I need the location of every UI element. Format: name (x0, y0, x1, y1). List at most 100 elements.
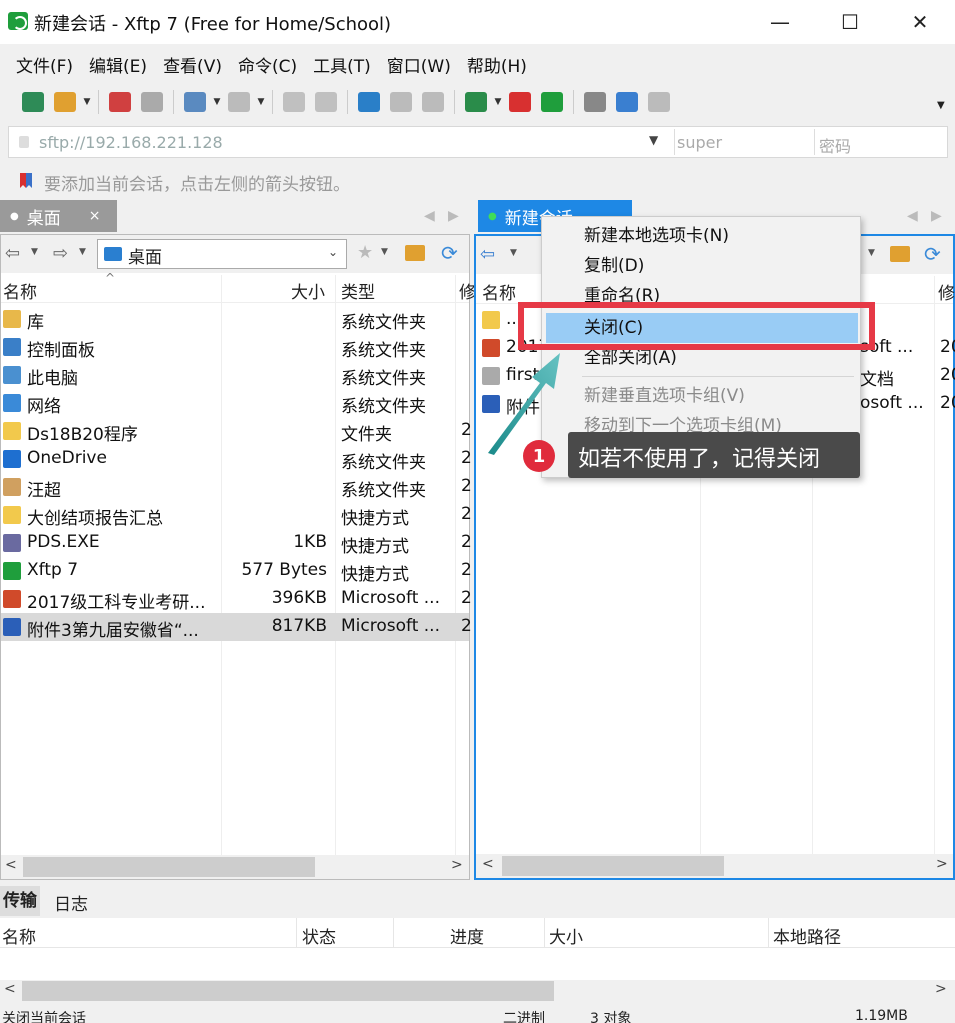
menu-edit[interactable]: 编辑(E) (81, 52, 155, 77)
chat-button[interactable] (644, 87, 674, 117)
copy-button[interactable] (386, 87, 416, 117)
help-button[interactable] (612, 87, 642, 117)
disconnect-button[interactable] (105, 87, 135, 117)
username-input[interactable]: super (677, 133, 722, 152)
address-dropdown-icon[interactable]: ▼ (649, 133, 658, 147)
file-row[interactable]: OneDrive 系统文件夹 2 (1, 445, 472, 473)
scroll-left-icon[interactable]: < (482, 856, 494, 872)
file-row[interactable]: Xftp 7 577 Bytes 快捷方式 2 (1, 557, 472, 585)
refresh-icon[interactable]: ⟳ (441, 241, 458, 265)
home-folder-icon[interactable] (405, 245, 425, 261)
transfer-button[interactable] (354, 87, 384, 117)
file-row[interactable]: 此电脑 系统文件夹 (1, 361, 469, 389)
open-folder-button[interactable] (50, 87, 80, 117)
col-name[interactable]: 名称 (482, 279, 516, 304)
paste-button[interactable] (418, 87, 448, 117)
dropdown-caret-icon[interactable]: ▼ (256, 97, 266, 107)
remote-hscrollbar[interactable]: < > (476, 854, 953, 878)
local-path-combobox[interactable]: 桌面 ⌄ (97, 239, 347, 269)
properties-button[interactable] (180, 87, 210, 117)
file-row[interactable]: Ds18B20程序 文件夹 2 (1, 417, 472, 445)
tab-next-icon[interactable]: ▶ (931, 208, 942, 224)
path-dropdown-icon[interactable]: ⌄ (328, 245, 338, 259)
scroll-left-icon[interactable]: < (5, 857, 17, 873)
download-button[interactable] (311, 87, 341, 117)
maximize-button[interactable]: ☐ (815, 0, 885, 44)
minimize-button[interactable]: — (745, 0, 815, 44)
refresh-icon[interactable]: ⟳ (924, 242, 941, 266)
file-row[interactable]: 汪超 系统文件夹 2 (1, 473, 472, 501)
tab-desktop[interactable]: ● 桌面 × (0, 200, 117, 232)
tab-next-icon[interactable]: ▶ (448, 208, 459, 224)
scroll-left-icon[interactable]: < (4, 981, 16, 997)
scroll-thumb[interactable] (502, 856, 724, 876)
file-row[interactable]: 网络 系统文件夹 (1, 389, 469, 417)
file-row[interactable]: 大创结项报告汇总 快捷方式 2 (1, 501, 472, 529)
close-window-button[interactable]: ✕ (885, 0, 955, 44)
menu-window[interactable]: 窗口(W) (379, 52, 459, 77)
file-row[interactable]: PDS.EXE 1KB 快捷方式 2 (1, 529, 472, 557)
menu-tools[interactable]: 工具(T) (305, 52, 379, 77)
home-folder-icon[interactable] (890, 246, 910, 262)
transfer-hscrollbar[interactable]: < > (0, 980, 955, 1002)
tab-prev-icon[interactable]: ◀ (424, 208, 435, 224)
settings-button[interactable] (580, 87, 610, 117)
file-row[interactable]: 控制面板 系统文件夹 (1, 333, 469, 361)
tab-close-icon[interactable]: × (89, 208, 101, 224)
scroll-thumb[interactable] (23, 857, 315, 877)
file-row[interactable]: 库 系统文件夹 (1, 305, 469, 333)
back-dropdown-icon[interactable]: ▼ (510, 248, 517, 258)
bookmark-flag-icon[interactable] (18, 172, 34, 190)
col-name[interactable]: 名称 (3, 278, 37, 303)
context-menu-item[interactable]: 新建本地选项卡(N) (546, 221, 858, 251)
forward-dropdown-icon[interactable]: ▼ (79, 247, 86, 257)
file-row[interactable]: 2017级工科专业考研... 396KB Microsoft ... 2 (1, 585, 472, 613)
scroll-right-icon[interactable]: > (936, 856, 948, 872)
scroll-right-icon[interactable]: > (935, 981, 947, 997)
context-menu-item[interactable]: 复制(D) (546, 251, 858, 281)
step-badge: 1 (523, 440, 555, 472)
col-modified[interactable]: 修 (938, 279, 955, 304)
tab-transfer[interactable]: 传输 (0, 886, 40, 916)
file-type-icon (3, 338, 21, 356)
dropdown-caret-icon[interactable]: ▼ (212, 97, 222, 107)
menu-view[interactable]: 查看(V) (155, 52, 230, 77)
col-status[interactable]: 状态 (302, 923, 336, 948)
xshell-button[interactable] (505, 87, 535, 117)
col-local-path[interactable]: 本地路径 (773, 923, 841, 948)
col-size[interactable]: 大小 (549, 923, 583, 948)
col-name[interactable]: 名称 (2, 923, 36, 948)
xftp-button[interactable] (537, 87, 567, 117)
toolbar-overflow-icon[interactable]: ▼ (937, 100, 945, 111)
col-size[interactable]: 大小 (291, 278, 325, 303)
menu-command[interactable]: 命令(C) (230, 52, 305, 77)
local-hscrollbar[interactable]: < > (1, 855, 469, 879)
new-session-button[interactable] (18, 87, 48, 117)
file-row[interactable]: 附件3第九届安徽省“... 817KB Microsoft ... 2 (1, 613, 472, 641)
forward-icon[interactable]: ⇨ (53, 243, 68, 264)
menu-file[interactable]: 文件(F) (8, 52, 81, 77)
terminal-button[interactable] (224, 87, 254, 117)
back-icon[interactable]: ⇦ (480, 244, 495, 265)
favorite-star-icon[interactable]: ★ (357, 242, 373, 263)
tab-log[interactable]: 日志 (52, 890, 90, 915)
menu-help[interactable]: 帮助(H) (459, 52, 535, 77)
globe-button[interactable] (461, 87, 491, 117)
col-type[interactable]: 类型 (341, 278, 375, 303)
dropdown-caret-icon[interactable]: ▼ (493, 97, 503, 107)
back-dropdown-icon[interactable]: ▼ (31, 247, 38, 257)
upload-button[interactable] (279, 87, 309, 117)
favorite-dropdown-icon[interactable]: ▼ (381, 247, 388, 257)
scroll-right-icon[interactable]: > (451, 857, 463, 873)
back-icon[interactable]: ⇦ (5, 243, 20, 264)
col-progress[interactable]: 进度 (450, 923, 484, 948)
scroll-thumb[interactable] (22, 981, 554, 1001)
favorite-dropdown-icon[interactable]: ▼ (868, 248, 875, 258)
password-input[interactable]: 密码 (819, 133, 851, 157)
settings-icon (584, 92, 606, 112)
host-address-input[interactable]: sftp://192.168.221.128 (39, 133, 223, 152)
dropdown-caret-icon[interactable]: ▼ (82, 97, 92, 107)
tab-prev-icon[interactable]: ◀ (907, 208, 918, 224)
toolbar: ▼ ▼ ▼ ▼ (0, 84, 955, 120)
link-button[interactable] (137, 87, 167, 117)
